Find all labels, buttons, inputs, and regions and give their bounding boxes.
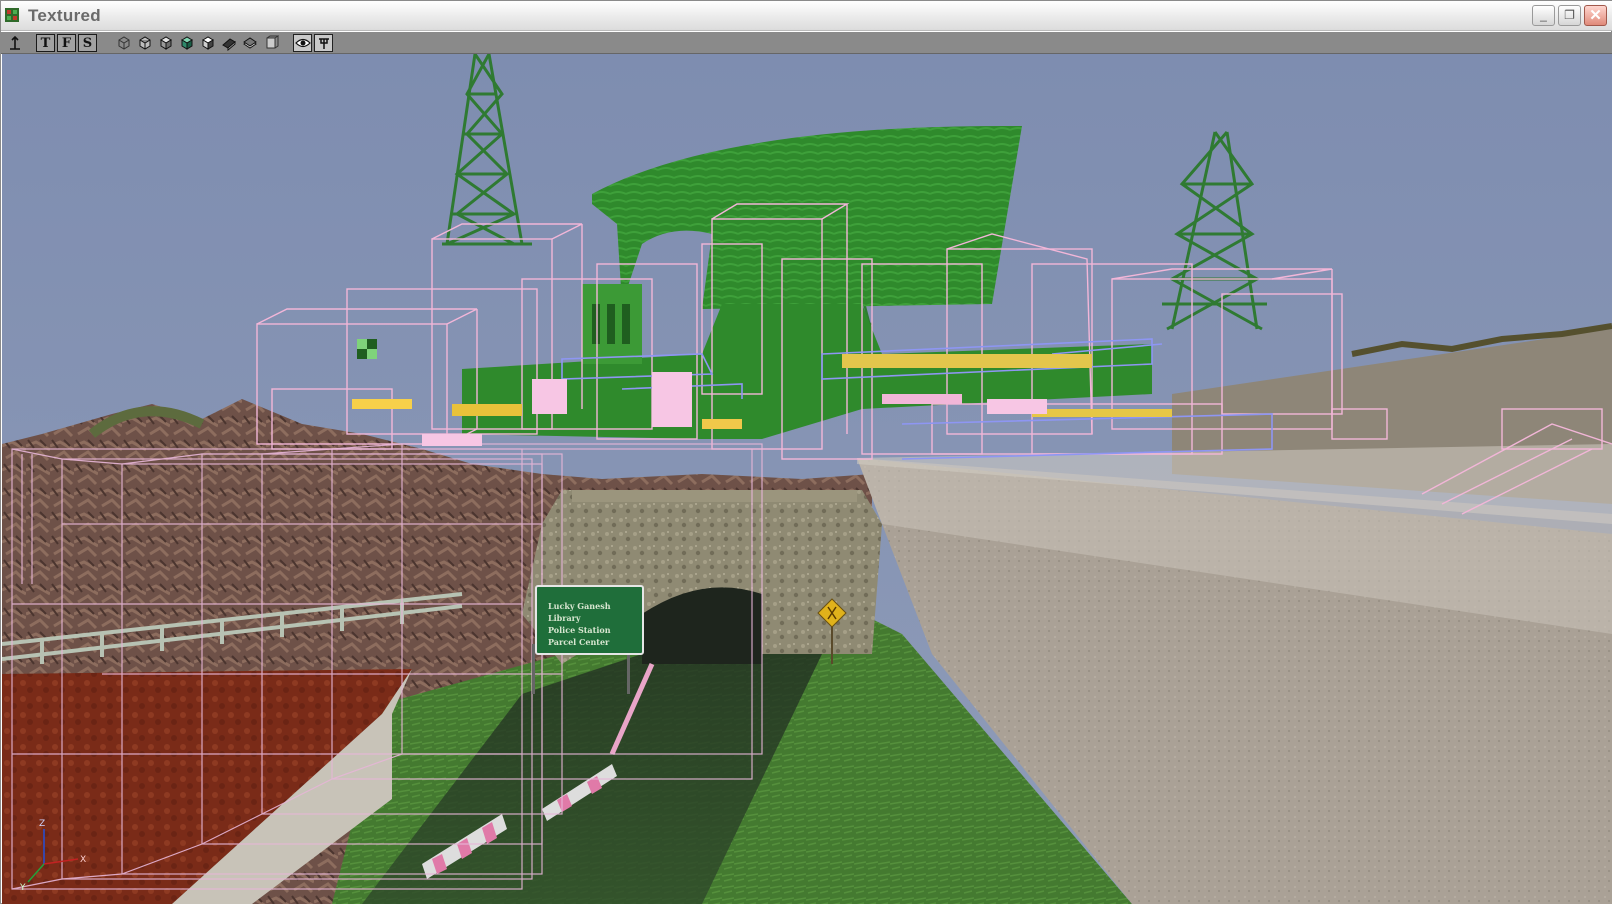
pin-button[interactable] xyxy=(314,34,333,52)
textured-mode-button[interactable] xyxy=(177,34,196,52)
3d-viewport[interactable]: Lucky Ganesh Library Police Station Parc… xyxy=(2,54,1612,904)
layers-icon xyxy=(242,37,257,49)
app-window: Textured _ ❐ ✕ T F S Lucky Ganesh Librar… xyxy=(0,0,1612,904)
sign-line-3: Police Station xyxy=(548,625,611,635)
axis-x-label: X xyxy=(80,855,86,865)
front-view-button[interactable]: F xyxy=(57,34,76,52)
maximize-button[interactable]: ❐ xyxy=(1558,5,1581,26)
side-view-button[interactable]: S xyxy=(78,34,97,52)
camera-mode-button[interactable] xyxy=(219,34,238,52)
layers-button[interactable] xyxy=(240,34,259,52)
bounds-icon xyxy=(266,35,279,49)
restore-icon: ❐ xyxy=(1564,8,1575,22)
window-title: Textured xyxy=(28,6,101,25)
axis-y-label: Y xyxy=(19,883,26,893)
hidden-line-cube-icon xyxy=(139,36,150,50)
lit-cube-icon xyxy=(201,36,214,50)
select-tool-button[interactable] xyxy=(5,34,24,52)
close-button[interactable]: ✕ xyxy=(1584,5,1607,26)
sign-line-2: Library xyxy=(548,613,581,623)
wireframe-cube-icon xyxy=(118,36,129,50)
minimize-icon: _ xyxy=(1540,8,1547,22)
pin-icon xyxy=(318,38,329,49)
title-bar[interactable]: Textured _ ❐ ✕ xyxy=(1,1,1612,31)
wireframe-mode-button[interactable] xyxy=(114,34,133,52)
select-tool-icon xyxy=(9,35,20,50)
app-icon xyxy=(5,8,19,22)
close-icon: ✕ xyxy=(1589,7,1602,24)
flat-shade-button[interactable] xyxy=(156,34,175,52)
minimize-button[interactable]: _ xyxy=(1532,5,1555,26)
toolbar: T F S xyxy=(1,32,1612,54)
top-view-button[interactable]: T xyxy=(36,34,55,52)
book-icon xyxy=(221,38,236,51)
axis-z-label: Z xyxy=(39,819,45,829)
sign-line-1: Lucky Ganesh xyxy=(548,601,611,611)
bounds-button[interactable] xyxy=(261,34,280,52)
sign-line-4: Parcel Center xyxy=(548,637,610,647)
textured-cube-icon xyxy=(180,36,193,50)
visibility-button[interactable] xyxy=(293,34,312,52)
hidden-line-button[interactable] xyxy=(135,34,154,52)
eye-icon xyxy=(294,38,311,48)
lit-mode-button[interactable] xyxy=(198,34,217,52)
scene-render[interactable]: Lucky Ganesh Library Police Station Parc… xyxy=(2,54,1612,904)
flat-cube-icon xyxy=(159,36,172,50)
